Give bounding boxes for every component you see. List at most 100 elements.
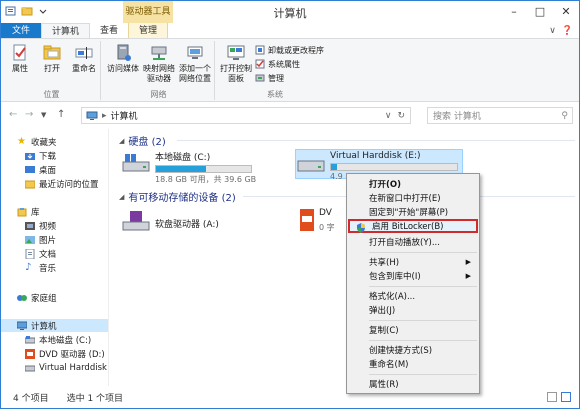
nav-item-dvd-drive[interactable]: DVD 驱动器 (D:) — [25, 347, 105, 360]
nav-item-downloads[interactable]: 下载 — [25, 149, 56, 162]
homegroup-icon — [17, 294, 27, 301]
rename-icon — [75, 47, 93, 59]
menu-item-properties[interactable]: 属性(R) — [347, 377, 479, 391]
nav-item-pictures[interactable]: 图片 — [25, 233, 56, 246]
selected-count: 选中 1 个项目 — [66, 393, 124, 404]
menu-item-rename[interactable]: 重命名(M) — [347, 357, 479, 371]
add-network-location-button[interactable]: 添加一个网络位置 — [177, 43, 213, 84]
rename-button[interactable]: 重命名 — [69, 43, 99, 74]
system-properties-label: 系统属性 — [268, 59, 300, 69]
drive-c-name: 本地磁盘 (C:) — [155, 153, 211, 163]
submenu-arrow-icon: ▶ — [465, 258, 471, 266]
group-location: 属性 打开 重命名 位置 — [3, 41, 101, 100]
drive-c-usage-bar — [155, 165, 252, 173]
drive-e-usage-bar — [330, 163, 458, 171]
dvd-drive-tile[interactable]: DV 0 字 — [299, 207, 345, 237]
nav-item-libraries[interactable]: 库 — [17, 205, 40, 218]
floppy-drive-tile[interactable]: 软盘驱动器 (A:) — [121, 207, 281, 237]
menu-item-eject[interactable]: 弹出(J) — [347, 303, 479, 317]
forward-icon[interactable]: → — [25, 109, 33, 120]
drive-e-name: Virtual Harddisk (E:) — [330, 151, 421, 161]
hdd-section-title: 硬盘 (2) — [128, 137, 166, 148]
search-icon[interactable]: ⚲ — [561, 111, 568, 121]
drive-c-tile[interactable]: 本地磁盘 (C:) 18.8 GB 可用，共 39.6 GB — [121, 149, 281, 184]
collapse-icon[interactable]: ◢ — [119, 137, 124, 145]
collapse-icon[interactable]: ◢ — [119, 193, 124, 201]
menu-item-create-shortcut[interactable]: 创建快捷方式(S) — [347, 343, 479, 357]
nav-item-label: 计算机 — [31, 321, 57, 332]
explorer-window: 驱动器工具 计算机 – □ ✕ 文件 计算机 查看 管理 ∨ ❓ 属性 打开 重… — [0, 0, 580, 409]
tab-file[interactable]: 文件 — [1, 23, 42, 38]
menu-item-open-autoplay[interactable]: 打开自动播放(Y)... — [347, 235, 479, 249]
uninstall-program-button[interactable]: 卸载或更改程序 — [255, 44, 324, 56]
up-icon[interactable]: ↑ — [57, 109, 65, 120]
nav-item-virtual-harddisk[interactable]: Virtual Harddisk — [25, 361, 107, 374]
tab-manage[interactable]: 管理 — [128, 23, 169, 38]
nav-item-label: 最近访问的位置 — [39, 179, 99, 190]
menu-item-open-new-window[interactable]: 在新窗口中打开(E) — [347, 191, 479, 205]
chevron-down-icon[interactable]: ∨ — [385, 111, 392, 121]
nav-item-computer[interactable]: 计算机 — [1, 319, 108, 332]
tab-view[interactable]: 查看 — [90, 23, 128, 38]
map-drive-button[interactable]: 映射网络驱动器 — [141, 43, 177, 84]
nav-item-documents[interactable]: 文档 — [25, 247, 56, 260]
close-button[interactable]: ✕ — [555, 3, 577, 19]
computer-icon — [86, 111, 98, 120]
properties-icon[interactable] — [5, 5, 17, 17]
minimize-button[interactable]: – — [503, 3, 525, 19]
back-icon[interactable]: ← — [9, 109, 17, 120]
nav-item-homegroup[interactable]: 家庭组 — [17, 291, 57, 304]
address-bar[interactable]: ▸ 计算机 ∨ ↻ — [81, 107, 411, 124]
nav-item-label: 文档 — [39, 249, 57, 260]
drive-c-usage-text: 18.8 GB 可用，共 39.6 GB — [155, 175, 257, 184]
nav-item-desktop[interactable]: 桌面 — [25, 163, 56, 176]
address-actions: ∨ ↻ — [385, 111, 410, 121]
window-controls: – □ ✕ — [503, 3, 577, 19]
menu-item-share[interactable]: 共享(H) ▶ — [347, 255, 479, 269]
hdd-section-header[interactable]: ◢ 硬盘 (2) — [119, 133, 166, 149]
tiles-view-icon[interactable] — [561, 392, 571, 402]
menu-item-copy[interactable]: 复制(C) — [347, 323, 479, 337]
menu-item-open[interactable]: 打开(O) — [347, 177, 479, 191]
menu-item-format[interactable]: 格式化(A)... — [347, 289, 479, 303]
access-media-label: 访问媒体 — [107, 64, 139, 73]
nav-item-music[interactable]: ♪ 音乐 — [25, 261, 56, 274]
group-system-label: 系统 — [267, 90, 283, 99]
nav-item-favorites[interactable]: ★ 收藏夹 — [17, 135, 57, 148]
nav-item-recent[interactable]: 最近访问的位置 — [25, 177, 99, 190]
open-label: 打开 — [44, 64, 60, 73]
new-folder-icon[interactable] — [21, 5, 33, 17]
chevron-down-icon[interactable] — [37, 5, 49, 17]
menu-item-pin-to-start[interactable]: 固定到"开始"屏幕(P) — [347, 205, 479, 219]
details-view-icon[interactable] — [547, 392, 557, 402]
status-bar: 4 个项目 选中 1 个项目 — [1, 386, 579, 408]
menu-item-enable-bitlocker[interactable]: 启用 BitLocker(B) — [348, 219, 478, 233]
removable-section-header[interactable]: ◢ 有可移动存储的设备 (2) — [119, 189, 236, 205]
menu-separator — [369, 320, 477, 321]
menu-separator — [369, 340, 477, 341]
drive-icon — [25, 365, 35, 371]
video-icon — [25, 221, 35, 230]
refresh-icon[interactable]: ↻ — [397, 111, 405, 121]
nav-item-videos[interactable]: 视频 — [25, 219, 56, 232]
open-control-panel-button[interactable]: 打开控制面板 — [219, 43, 253, 84]
recent-locations-icon[interactable]: ▼ — [41, 111, 46, 119]
windows-drive-icon — [122, 154, 150, 172]
search-input[interactable]: 搜索 计算机 ⚲ — [427, 107, 573, 124]
access-media-button[interactable]: 访问媒体 — [105, 43, 141, 74]
open-button[interactable]: 打开 — [37, 43, 67, 74]
nav-item-drive-c[interactable]: 本地磁盘 (C:) — [25, 333, 91, 346]
group-network-label: 网络 — [150, 90, 167, 99]
picture-icon — [25, 235, 35, 244]
nav-item-label: 本地磁盘 (C:) — [39, 335, 92, 346]
properties-button[interactable]: 属性 — [5, 43, 35, 74]
expand-ribbon-icon[interactable]: ∨ — [549, 26, 556, 36]
menu-item-include-in-library[interactable]: 包含到库中(I) ▶ — [347, 269, 479, 283]
breadcrumb-computer[interactable]: 计算机 — [111, 109, 138, 122]
system-properties-button[interactable]: 系统属性 — [255, 58, 300, 70]
maximize-button[interactable]: □ — [529, 3, 551, 19]
tab-computer[interactable]: 计算机 — [41, 23, 91, 38]
dvd-icon — [300, 209, 314, 231]
help-icon[interactable]: ❓ — [562, 26, 573, 36]
manage-button[interactable]: 管理 — [255, 72, 284, 84]
